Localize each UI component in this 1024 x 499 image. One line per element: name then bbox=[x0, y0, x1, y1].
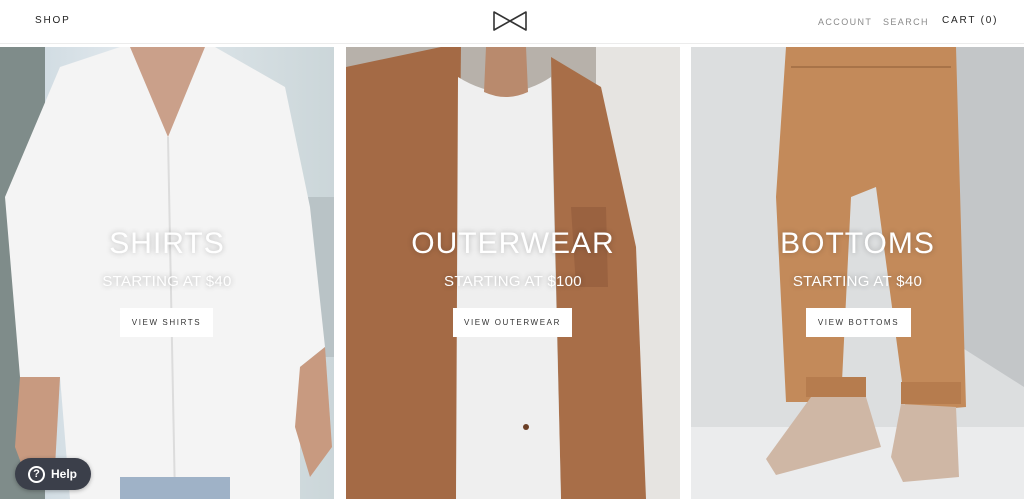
category-title: SHIRTS bbox=[109, 227, 225, 260]
category-panel-outerwear[interactable]: OUTERWEAR STARTING AT $100 VIEW OUTERWEA… bbox=[346, 47, 680, 499]
category-title: BOTTOMS bbox=[780, 227, 935, 260]
help-button[interactable]: ? Help bbox=[15, 458, 91, 490]
category-price: STARTING AT $40 bbox=[102, 273, 232, 290]
panel-text-outerwear: OUTERWEAR STARTING AT $100 VIEW OUTERWEA… bbox=[346, 47, 680, 499]
panel-text-bottoms: BOTTOMS STARTING AT $40 VIEW BOTTOMS bbox=[691, 47, 1024, 499]
nav-account-link[interactable]: ACCOUNT bbox=[818, 17, 872, 27]
nav-shop-link[interactable]: SHOP bbox=[35, 15, 71, 26]
view-bottoms-button[interactable]: VIEW BOTTOMS bbox=[806, 308, 911, 337]
site-header: SHOP ACCOUNT SEARCH CART (0) bbox=[0, 0, 1024, 44]
category-price: STARTING AT $100 bbox=[444, 273, 582, 290]
category-title: OUTERWEAR bbox=[411, 227, 615, 260]
category-price: STARTING AT $40 bbox=[792, 273, 923, 290]
bow-tie-icon[interactable] bbox=[493, 11, 527, 31]
category-panel-shirts[interactable]: SHIRTS STARTING AT $40 VIEW SHIRTS bbox=[0, 47, 334, 499]
view-outerwear-button[interactable]: VIEW OUTERWEAR bbox=[453, 308, 572, 337]
help-label: Help bbox=[51, 467, 78, 481]
nav-search-link[interactable]: SEARCH bbox=[883, 17, 929, 27]
view-shirts-button[interactable]: VIEW SHIRTS bbox=[120, 308, 213, 337]
panel-text-shirts: SHIRTS STARTING AT $40 VIEW SHIRTS bbox=[0, 47, 334, 499]
nav-cart-link[interactable]: CART (0) bbox=[942, 15, 998, 26]
question-circle-icon: ? bbox=[28, 465, 45, 483]
category-panel-bottoms[interactable]: BOTTOMS STARTING AT $40 VIEW BOTTOMS bbox=[691, 47, 1024, 499]
